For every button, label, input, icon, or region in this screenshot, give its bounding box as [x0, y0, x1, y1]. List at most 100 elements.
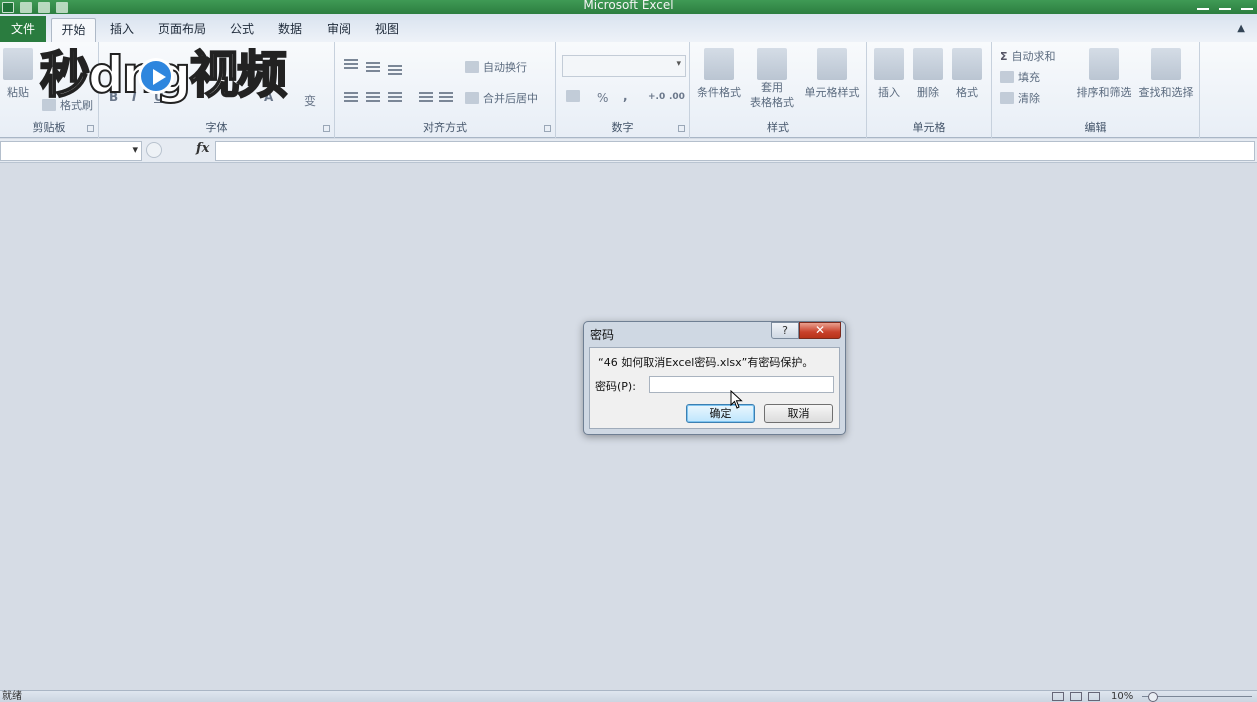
tab-formulas[interactable]: 公式 [222, 18, 262, 42]
format-cells-button[interactable]: 格式 [952, 48, 982, 100]
ribbon-tab-bar: 文件 开始 插入 页面布局 公式 数据 审阅 视图 ▲ [0, 14, 1257, 42]
number-format-select[interactable] [562, 55, 686, 77]
cancel-button[interactable]: 取消 [764, 404, 833, 423]
dialog-launcher-icon[interactable] [87, 125, 94, 132]
group-cells: 插入 删除 格式 单元格 [867, 42, 992, 138]
increase-decimal-button[interactable]: +.0 [648, 92, 665, 102]
delete-cells-icon [913, 48, 943, 80]
conditional-format-icon [704, 48, 734, 80]
dialog-launcher-icon[interactable] [323, 125, 330, 132]
status-bar: 就绪 10% [0, 690, 1257, 702]
tab-review[interactable]: 审阅 [319, 18, 359, 42]
restore-icon[interactable] [1219, 0, 1231, 10]
tab-data[interactable]: 数据 [270, 18, 310, 42]
find-select-button[interactable]: 查找和选择 [1136, 48, 1196, 100]
sigma-icon: Σ [1000, 49, 1008, 63]
paste-label: 粘贴 [7, 86, 29, 99]
formula-input[interactable] [215, 141, 1255, 161]
tab-page-layout[interactable]: 页面布局 [152, 18, 212, 42]
tab-view[interactable]: 视图 [367, 18, 407, 42]
insert-function-button[interactable]: fx [196, 141, 209, 156]
sort-filter-button[interactable]: 排序和筛选 [1075, 48, 1133, 100]
merge-cells-icon [465, 92, 479, 104]
tab-insert[interactable]: 插入 [102, 18, 142, 42]
align-left-icon[interactable] [344, 92, 358, 102]
decrease-indent-icon[interactable] [419, 92, 433, 102]
play-icon [138, 58, 174, 94]
align-center-icon[interactable] [366, 92, 380, 102]
tab-home[interactable]: 开始 [51, 18, 96, 42]
page-layout-view-icon[interactable] [1070, 692, 1082, 701]
group-label: 单元格 [912, 121, 946, 134]
ribbon-minimize-icon[interactable]: ▲ [1237, 23, 1245, 34]
accounting-format-button[interactable] [566, 90, 580, 102]
normal-view-icon[interactable] [1052, 692, 1064, 701]
group-label: 编辑 [1084, 121, 1107, 134]
wrap-text-button[interactable]: 自动换行 [465, 59, 527, 75]
insert-cells-button[interactable]: 插入 [874, 48, 904, 100]
decrease-decimal-button[interactable]: .00 [669, 92, 685, 102]
paste-icon [3, 48, 33, 80]
password-label: 密码(P): [595, 380, 636, 393]
formula-bar: fx [0, 139, 1257, 163]
watermark-logo: 秒dng视频 [39, 44, 326, 106]
dialog-launcher-icon[interactable] [678, 125, 685, 132]
merge-center-button[interactable]: 合并后居中 [465, 90, 538, 106]
ok-button[interactable]: 确定 [686, 404, 755, 423]
table-format-icon [757, 48, 787, 80]
zoom-level[interactable]: 10% [1111, 691, 1133, 702]
delete-cells-button[interactable]: 删除 [913, 48, 943, 100]
close-window-icon[interactable] [1241, 0, 1253, 10]
align-right-icon[interactable] [388, 92, 402, 102]
autosum-button[interactable]: Σ 自动求和 [1000, 48, 1056, 64]
group-label: 数字 [611, 121, 634, 134]
cell-styles-button[interactable]: 单元格样式 [800, 48, 864, 100]
zoom-slider[interactable] [1142, 692, 1252, 702]
name-box[interactable] [0, 141, 142, 161]
fill-icon [1000, 71, 1014, 83]
binoculars-icon [1151, 48, 1181, 80]
view-switcher [1052, 692, 1100, 701]
align-bottom-icon[interactable] [388, 65, 402, 75]
tab-file[interactable]: 文件 [0, 16, 46, 42]
paste-button[interactable]: 粘贴 [3, 48, 33, 100]
dialog-body: “46 如何取消Excel密码.xlsx”有密码保护。 密码(P): 确定 取消 [589, 347, 840, 429]
group-styles: 条件格式 套用 表格格式 单元格样式 样式 [690, 42, 867, 138]
window-title: Microsoft Excel [583, 0, 674, 12]
window-controls [1197, 0, 1253, 10]
eraser-icon [1000, 92, 1014, 104]
format-cells-icon [952, 48, 982, 80]
group-alignment: 自动换行 合并后居中 对齐方式 [335, 42, 556, 138]
fill-button[interactable]: 填充 [1000, 69, 1040, 85]
align-top-icon[interactable] [344, 59, 358, 69]
group-editing: Σ 自动求和 填充 清除 排序和筛选 查找和选择 编辑 [992, 42, 1200, 138]
dialog-message: “46 如何取消Excel密码.xlsx”有密码保护。 [598, 356, 814, 369]
cell-styles-icon [817, 48, 847, 80]
group-label: 对齐方式 [423, 121, 467, 134]
close-icon[interactable]: ✕ [799, 322, 841, 339]
comma-button[interactable]: , [623, 89, 628, 103]
formula-cancel-icon[interactable] [146, 142, 162, 158]
minimize-icon[interactable] [1197, 0, 1209, 10]
clear-button[interactable]: 清除 [1000, 90, 1040, 106]
group-label: 剪贴板 [32, 121, 66, 134]
mouse-cursor-icon [730, 390, 743, 409]
align-middle-icon[interactable] [366, 62, 380, 72]
conditional-format-button[interactable]: 条件格式 [695, 48, 743, 100]
group-label: 字体 [205, 121, 228, 134]
wrap-text-icon [465, 61, 479, 73]
group-label: 样式 [767, 121, 789, 134]
page-break-view-icon[interactable] [1088, 692, 1100, 701]
status-text: 就绪 [2, 691, 22, 702]
dialog-title: 密码 [590, 328, 615, 342]
percent-button[interactable]: % [597, 91, 608, 105]
currency-icon [566, 90, 580, 102]
increase-indent-icon[interactable] [439, 92, 453, 102]
title-bar: Microsoft Excel [0, 0, 1257, 14]
insert-cells-icon [874, 48, 904, 80]
sort-filter-icon [1089, 48, 1119, 80]
password-dialog: 密码 ? ✕ “46 如何取消Excel密码.xlsx”有密码保护。 密码(P)… [583, 321, 846, 435]
dialog-launcher-icon[interactable] [544, 125, 551, 132]
format-as-table-button[interactable]: 套用 表格格式 [744, 48, 800, 110]
help-icon[interactable]: ? [771, 322, 799, 339]
